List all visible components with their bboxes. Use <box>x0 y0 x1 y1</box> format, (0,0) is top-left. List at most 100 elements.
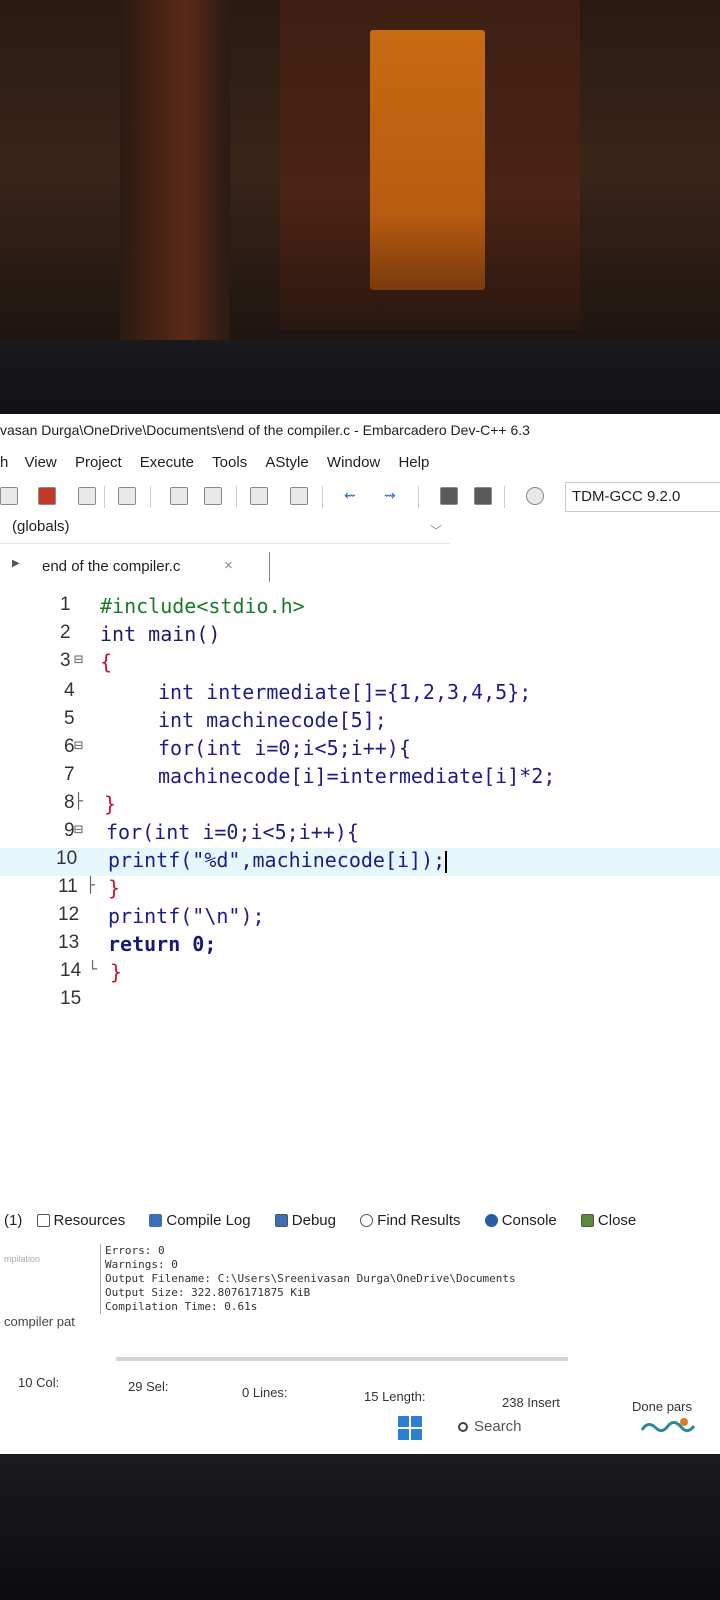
redo-icon[interactable]: ⇝ <box>384 487 402 505</box>
new-file-icon[interactable] <box>0 487 18 505</box>
tab-resources[interactable]: Resources <box>36 1212 136 1229</box>
tab-debug[interactable]: Debug <box>274 1212 346 1229</box>
bookmark-icon[interactable] <box>526 487 544 505</box>
menu-bar: h View Project Execute Tools AStyle Wind… <box>0 454 720 478</box>
menu-item-project[interactable]: Project <box>75 454 122 471</box>
line-number: 7 <box>64 764 75 785</box>
compile-log: Errors: 0 Warnings: 0 Output Filename: C… <box>96 1244 720 1314</box>
code-text: } <box>108 876 121 900</box>
line-number: 4 <box>64 680 75 701</box>
code-text: for(int i=0;i<5;i++){ <box>106 820 359 844</box>
status-bar: 10 Col: 29 Sel: 0 Lines: 15 Length: 238 … <box>0 1369 720 1414</box>
tab-label: Resources <box>53 1212 126 1229</box>
monitor-lower-bezel <box>0 1454 720 1600</box>
code-line: 5 int machinecode[5]; <box>0 708 720 736</box>
code-line: 2 int main() <box>0 622 720 650</box>
code-text: } <box>104 792 117 816</box>
tab-scroll-arrow-icon[interactable]: ▶ <box>12 558 20 569</box>
fold-line-icon: ├ <box>74 792 84 810</box>
code-line-current: 10 printf("%d",machinecode[i]); <box>0 848 720 876</box>
toggle-panel-icon[interactable] <box>250 487 268 505</box>
open-project-icon[interactable] <box>38 487 56 505</box>
code-line: 6 ⊟ for(int i=0;i<5;i++){ <box>0 736 720 764</box>
code-text-content: printf("%d",machinecode[i]); <box>108 848 446 872</box>
background-wall <box>120 0 230 350</box>
toolbar: ⇜ ⇝ TDM-GCC 9.2.0 <box>0 482 720 512</box>
compile-log-icon <box>149 1214 163 1227</box>
fold-toggle-icon[interactable]: ⊟ <box>74 820 83 838</box>
replace-icon[interactable] <box>204 487 222 505</box>
bottom-panel-tabs: (1) Resources Compile Log Debug Find Res… <box>0 1212 720 1242</box>
menu-item-tools[interactable]: Tools <box>212 454 247 471</box>
code-line: 7 machinecode[i]=intermediate[i]*2; <box>0 764 720 792</box>
menu-item-astyle[interactable]: AStyle <box>265 454 308 471</box>
chevron-down-icon[interactable]: ﹀ <box>430 522 442 539</box>
tab-label: Find Results <box>377 1212 461 1229</box>
fold-toggle-icon[interactable]: ⊟ <box>74 650 83 668</box>
windows-start-icon[interactable] <box>398 1416 422 1440</box>
code-text: for(int i=0;i<5;i++){ <box>158 736 411 760</box>
toolbar-divider <box>104 486 105 508</box>
menu-item-search[interactable]: h <box>0 454 8 471</box>
code-text: #include<stdio.h> <box>100 594 305 618</box>
debug-icon <box>274 1214 288 1227</box>
menu-item-help[interactable]: Help <box>398 454 429 471</box>
tab-compile-log[interactable]: Compile Log <box>149 1212 260 1229</box>
line-number: 2 <box>60 622 71 643</box>
code-editor[interactable]: 1 #include<stdio.h> 2 int main() 3 ⊟ { 4… <box>0 588 720 1198</box>
code-line: 1 #include<stdio.h> <box>0 594 720 622</box>
search-icon <box>458 1422 468 1432</box>
code-text: printf("%d",machinecode[i]); <box>108 848 448 873</box>
close-panel-button[interactable]: Close <box>580 1212 646 1229</box>
toolbar-divider <box>150 486 151 508</box>
tab-console[interactable]: Console <box>484 1212 567 1229</box>
close-icon[interactable]: × <box>224 557 233 574</box>
resources-icon <box>36 1214 50 1227</box>
ide-window: vasan Durga\OneDrive\Documents\end of th… <box>0 414 720 1454</box>
layout-icon[interactable] <box>290 487 308 505</box>
taskbar-search[interactable]: Search <box>458 1418 522 1435</box>
indent-icon[interactable] <box>440 487 458 505</box>
log-line: Compilation Time: 0.61s <box>100 1300 720 1314</box>
line-number: 12 <box>58 904 80 925</box>
status-col: 10 Col: <box>18 1375 60 1390</box>
code-line: 12 printf("\n"); <box>0 904 720 932</box>
scope-value: (globals) <box>12 518 70 535</box>
line-number: 15 <box>60 988 82 1009</box>
tab-end-of-the-compiler[interactable]: end of the compiler.c × <box>32 552 270 582</box>
tab-label: Close <box>597 1212 637 1229</box>
unindent-icon[interactable] <box>474 487 492 505</box>
compile-progress-bar <box>116 1357 568 1361</box>
log-line: Output Size: 322.8076171875 KiB <box>100 1286 720 1300</box>
close-panel-icon <box>580 1214 594 1227</box>
line-number: 1 <box>60 594 71 615</box>
fold-line-icon: ├ <box>86 876 96 894</box>
status-length: 15 Length: <box>364 1389 426 1404</box>
code-text: return 0; <box>108 932 217 956</box>
background-door-panel <box>370 30 485 290</box>
monitor-bezel <box>0 340 720 420</box>
weather-widget-icon[interactable] <box>638 1414 698 1438</box>
text-cursor <box>445 850 448 873</box>
code-line: 4 int intermediate[]={1,2,3,4,5}; <box>0 680 720 708</box>
print-icon[interactable] <box>118 487 136 505</box>
menu-item-window[interactable]: Window <box>327 454 380 471</box>
find-icon[interactable] <box>170 487 188 505</box>
line-number: 5 <box>64 708 75 729</box>
window-title: vasan Durga\OneDrive\Documents\end of th… <box>0 422 530 438</box>
menu-item-execute[interactable]: Execute <box>140 454 194 471</box>
tab-find-results[interactable]: Find Results <box>360 1212 470 1229</box>
code-line: 15 <box>0 988 720 1016</box>
file-tab-row: ▶ end of the compiler.c × <box>0 550 720 582</box>
code-line: 8 ├ } <box>0 792 720 820</box>
panel-index: (1) <box>4 1212 23 1229</box>
status-lines: 0 Lines: <box>242 1385 288 1400</box>
tab-label: Debug <box>291 1212 336 1229</box>
scope-select[interactable]: (globals) ﹀ <box>0 518 450 544</box>
save-all-icon[interactable] <box>78 487 96 505</box>
compiler-select[interactable]: TDM-GCC 9.2.0 <box>565 482 720 512</box>
toolbar-divider <box>418 486 419 508</box>
undo-icon[interactable]: ⇜ <box>344 487 362 505</box>
menu-item-view[interactable]: View <box>25 454 57 471</box>
fold-toggle-icon[interactable]: ⊟ <box>74 736 83 754</box>
